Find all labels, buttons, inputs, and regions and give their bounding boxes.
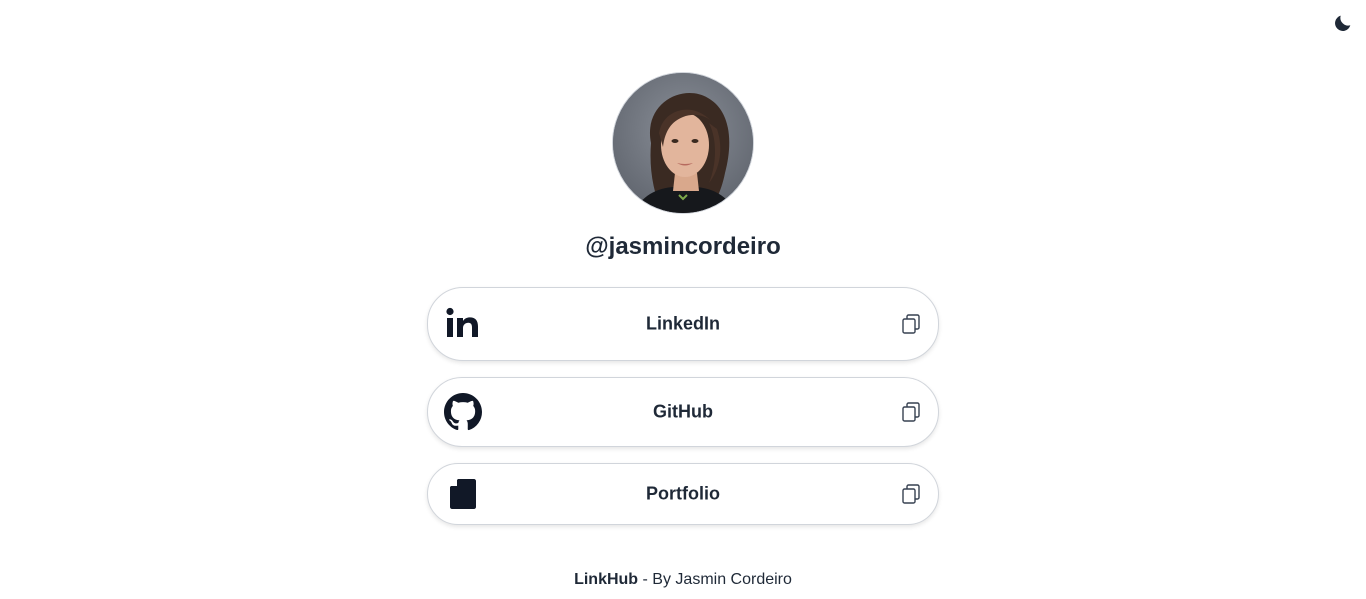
link-label-github: GitHub bbox=[653, 401, 713, 422]
copy-icon bbox=[902, 402, 920, 422]
copy-link-github-button[interactable] bbox=[900, 401, 922, 423]
page: @jasmincordeiro LinkedIn GitHub Portfoli… bbox=[0, 0, 1366, 599]
copy-link-linkedin-button[interactable] bbox=[900, 313, 922, 335]
link-label-linkedin: LinkedIn bbox=[645, 313, 720, 334]
link-card-github[interactable]: GitHub bbox=[427, 377, 939, 447]
footer-separator: - bbox=[638, 571, 653, 588]
document-icon bbox=[444, 475, 482, 513]
footer-brand: LinkHub bbox=[574, 571, 639, 588]
username: @jasmincordeiro bbox=[585, 233, 781, 260]
profile-photo bbox=[613, 73, 753, 213]
github-icon bbox=[444, 393, 482, 431]
copy-icon bbox=[902, 314, 920, 334]
link-list: LinkedIn GitHub Portfolio bbox=[427, 287, 939, 525]
moon-icon bbox=[1335, 15, 1351, 31]
link-card-portfolio[interactable]: Portfolio bbox=[427, 463, 939, 525]
linkedin-icon bbox=[444, 305, 482, 343]
link-card-linkedin[interactable]: LinkedIn bbox=[427, 287, 939, 361]
copy-icon bbox=[902, 484, 920, 504]
link-label-portfolio: Portfolio bbox=[646, 483, 720, 504]
footer-credit: By Jasmin Cordeiro bbox=[652, 571, 792, 588]
avatar bbox=[612, 72, 754, 214]
theme-toggle-button[interactable] bbox=[1332, 12, 1354, 34]
footer: LinkHub - By Jasmin Cordeiro bbox=[0, 570, 1366, 590]
copy-link-portfolio-button[interactable] bbox=[900, 483, 922, 505]
